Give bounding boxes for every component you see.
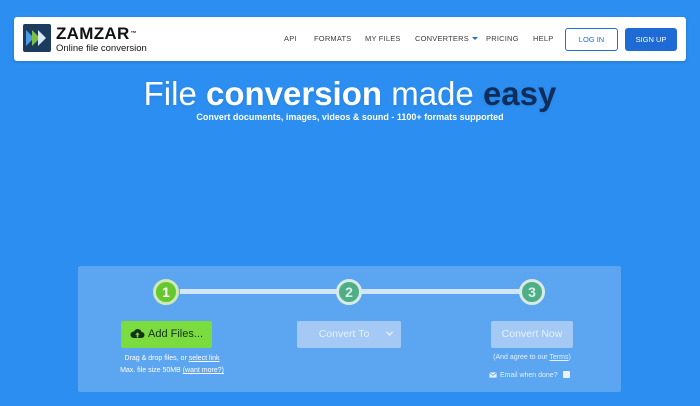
drag-drop-hint: Drag & drop files, or select link <box>60 354 284 363</box>
caret-down-icon <box>471 37 478 40</box>
step-1-indicator: 1 <box>153 279 179 305</box>
email-when-done-row: Email when done? <box>489 371 570 381</box>
want-more-link[interactable]: (want more?) <box>183 367 224 374</box>
top-navbar: ZAMZAR™ Online file conversion API FORMA… <box>14 17 686 61</box>
envelope-icon <box>489 372 497 378</box>
select-link[interactable]: select link <box>189 355 220 362</box>
max-size-hint: Max. file size 50MB (want more?) <box>60 366 284 375</box>
convert-to-select[interactable]: Convert To <box>297 321 401 348</box>
chevron-down-icon <box>386 331 393 336</box>
nav-pricing-link[interactable]: PRICING <box>486 34 519 44</box>
add-files-label: Add Files... <box>148 328 204 340</box>
terms-agreement: (And agree to our Terms) <box>452 353 612 362</box>
agree-text: (And agree to our <box>493 354 548 361</box>
nav-formats-link[interactable]: FORMATS <box>314 34 352 44</box>
nav-converters-label: CONVERTERS <box>415 34 469 43</box>
hero-title-word-4: easy <box>482 75 557 112</box>
convert-now-button[interactable]: Convert Now <box>491 321 573 348</box>
nav-help-link[interactable]: HELP <box>533 34 553 44</box>
login-button[interactable]: LOG IN <box>565 28 618 51</box>
hero-subtitle: Convert documents, images, videos & soun… <box>196 112 504 122</box>
hero-title-word-3: made <box>391 75 474 112</box>
add-files-button[interactable]: Add Files... <box>121 321 212 348</box>
nav-my-files-link[interactable]: MY FILES <box>365 34 401 44</box>
convert-to-selected-value: Convert To <box>318 328 370 340</box>
hero-title: File conversion made easy <box>0 75 700 113</box>
max-size-text: Max. file size 50MB <box>120 367 181 374</box>
nav-api-link[interactable]: API <box>284 34 297 44</box>
email-when-done-label: Email when done? <box>500 372 558 379</box>
hero-title-word-1: File <box>143 75 197 112</box>
brand-trademark: ™ <box>130 31 137 37</box>
email-when-done-checkbox[interactable] <box>562 371 570 378</box>
terms-link[interactable]: Terms <box>549 354 568 361</box>
zamzar-logo-icon <box>23 24 51 52</box>
brand-name: ZAMZAR™ <box>56 24 137 43</box>
signup-button[interactable]: SIGN UP <box>625 28 677 51</box>
step-2-indicator: 2 <box>336 279 362 305</box>
nav-converters-menu[interactable]: CONVERTERS <box>415 34 478 44</box>
brand-tagline: Online file conversion <box>56 43 147 54</box>
hero-title-word-2: conversion <box>205 75 383 112</box>
cloud-upload-icon <box>130 329 145 338</box>
agree-close: ) <box>568 354 571 361</box>
drag-drop-text: Drag & drop files, or <box>124 355 187 362</box>
step-3-indicator: 3 <box>519 279 545 305</box>
